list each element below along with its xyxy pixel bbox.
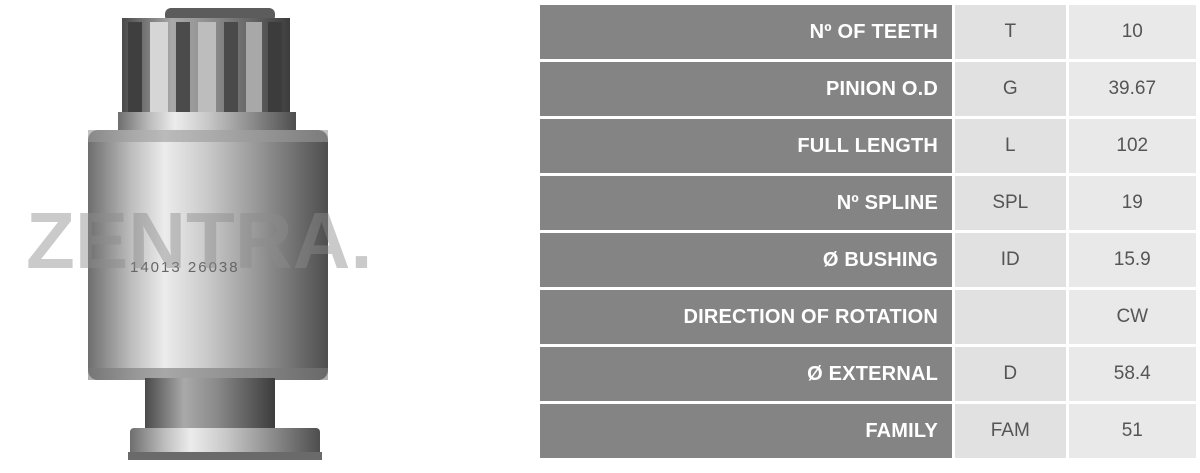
starter-drive-pinion-icon: 14013 26038 ZENTRA. (26, 8, 373, 460)
spec-code: L (952, 119, 1066, 176)
spec-label: Ø EXTERNAL (540, 347, 953, 404)
spec-value: 15.9 (1065, 233, 1196, 290)
spec-code: T (952, 5, 1066, 62)
spec-value: 102 (1065, 119, 1196, 176)
spec-code: SPL (952, 176, 1066, 233)
table-row: PINION O.D G 39.67 (540, 62, 1196, 119)
drive-neck (145, 378, 275, 430)
spec-code: FAM (952, 404, 1066, 461)
drive-flange (130, 428, 320, 456)
product-image: 14013 26038 ZENTRA. (0, 0, 520, 473)
spec-code (952, 290, 1066, 347)
spec-label: Ø BUSHING (540, 233, 953, 290)
spec-label: Nº OF TEETH (540, 5, 953, 62)
table-row: Ø BUSHING ID 15.9 (540, 233, 1196, 290)
table-row: DIRECTION OF ROTATION CW (540, 290, 1196, 347)
spec-code: D (952, 347, 1066, 404)
spec-value: 51 (1065, 404, 1196, 461)
spec-label: FULL LENGTH (540, 119, 953, 176)
table-row: Nº OF TEETH T 10 (540, 5, 1196, 62)
table-row: Nº SPLINE SPL 19 (540, 176, 1196, 233)
pinion-gear (122, 18, 290, 116)
spec-label: FAMILY (540, 404, 953, 461)
spec-code: ID (952, 233, 1066, 290)
spec-value: 39.67 (1065, 62, 1196, 119)
spec-value: 10 (1065, 5, 1196, 62)
spec-value: 58.4 (1065, 347, 1196, 404)
spec-code: G (952, 62, 1066, 119)
table-row: Ø EXTERNAL D 58.4 (540, 347, 1196, 404)
spec-value: CW (1065, 290, 1196, 347)
spec-label: PINION O.D (540, 62, 953, 119)
table-row: FULL LENGTH L 102 (540, 119, 1196, 176)
table-row: FAMILY FAM 51 (540, 404, 1196, 461)
spec-label: Nº SPLINE (540, 176, 953, 233)
spec-value: 19 (1065, 176, 1196, 233)
brand-watermark: ZENTRA. (26, 196, 373, 285)
spec-label: DIRECTION OF ROTATION (540, 290, 953, 347)
specs-table: Nº OF TEETH T 10 PINION O.D G 39.67 FULL… (540, 5, 1196, 461)
